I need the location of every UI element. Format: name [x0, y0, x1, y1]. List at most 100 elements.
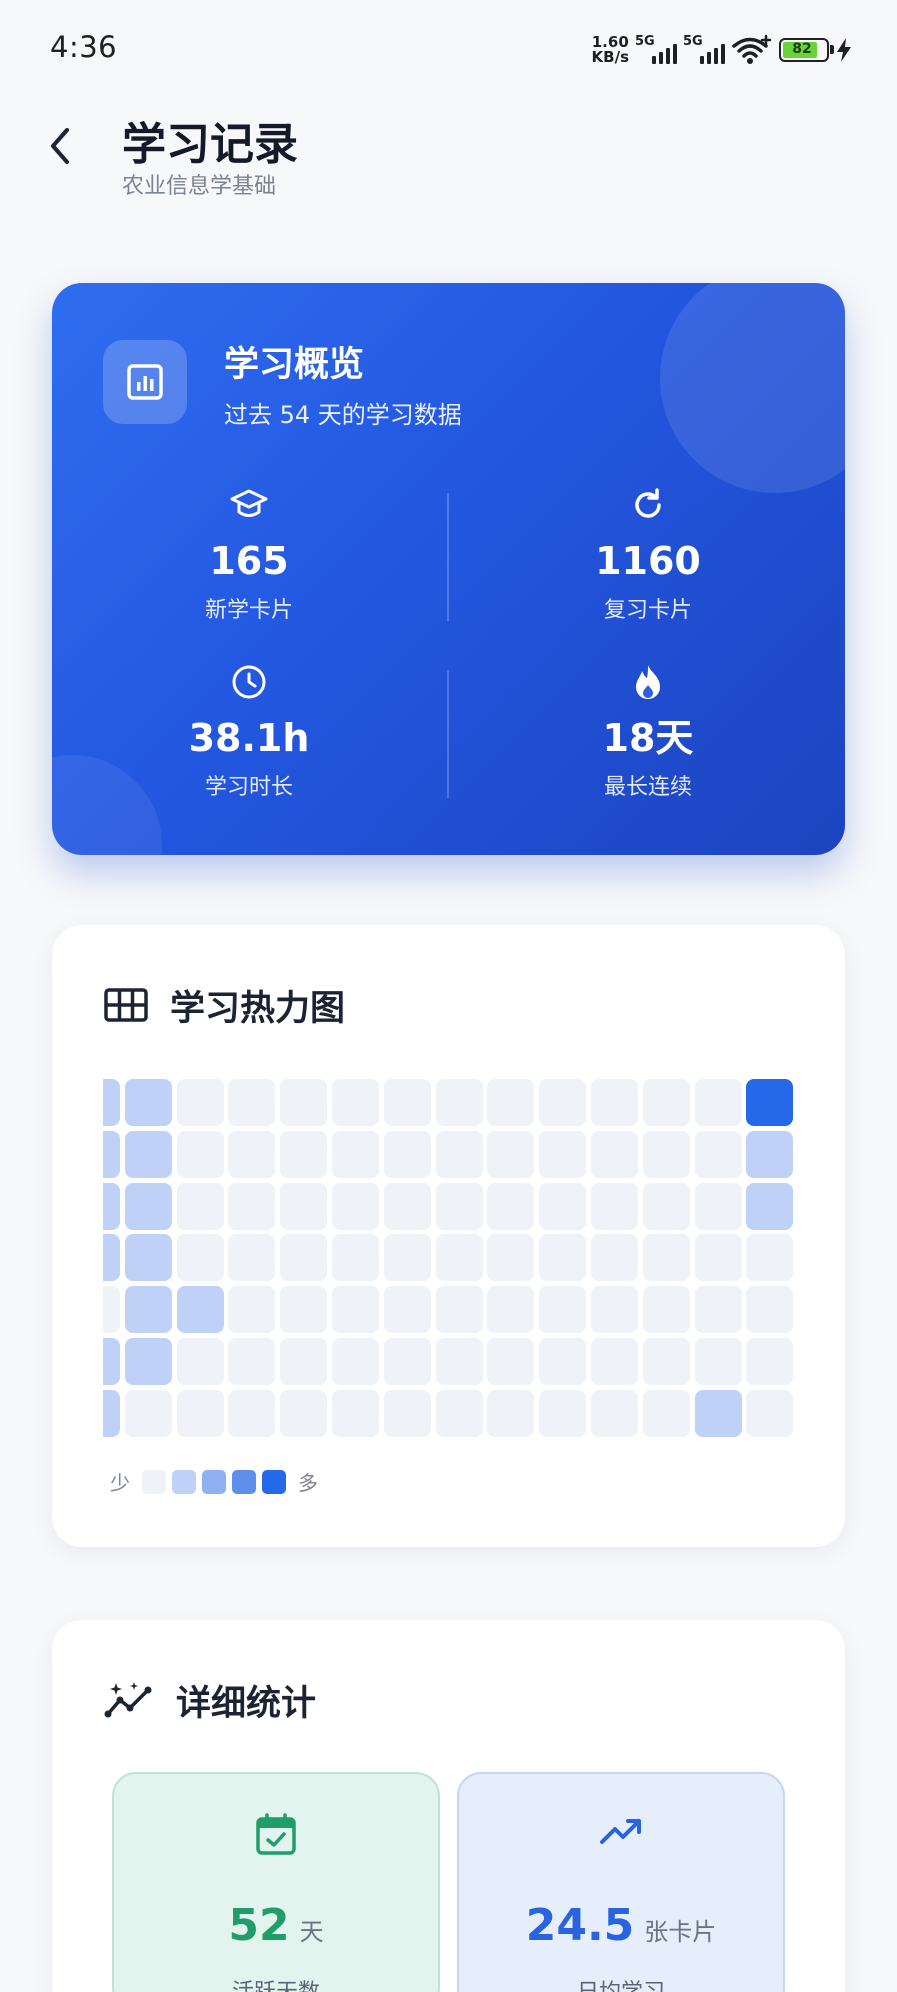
heatmap-cell[interactable]: [746, 1079, 794, 1126]
heatmap-cell[interactable]: [539, 1079, 587, 1126]
heatmap-cell[interactable]: [176, 1338, 224, 1385]
heatmap-cell[interactable]: [176, 1130, 224, 1178]
heatmap-cell[interactable]: [435, 1079, 483, 1126]
heatmap-cell[interactable]: [103, 1389, 120, 1437]
heatmap-cell[interactable]: [694, 1338, 742, 1385]
heatmap-cell[interactable]: [591, 1234, 638, 1282]
heatmap-cell[interactable]: [124, 1286, 172, 1334]
heatmap-cell[interactable]: [228, 1234, 276, 1282]
heatmap-cell[interactable]: [746, 1182, 794, 1230]
heatmap-cell[interactable]: [539, 1389, 587, 1437]
heatmap-cell[interactable]: [591, 1338, 638, 1385]
heatmap-cell[interactable]: [746, 1338, 794, 1385]
heatmap-cell[interactable]: [124, 1338, 172, 1385]
heatmap-cell[interactable]: [176, 1079, 224, 1126]
heatmap-cell[interactable]: [487, 1130, 535, 1178]
heatmap-cell[interactable]: [694, 1389, 742, 1437]
heatmap-cell[interactable]: [124, 1079, 172, 1126]
heatmap-cell[interactable]: [228, 1182, 276, 1230]
heatmap-cell[interactable]: [487, 1338, 535, 1385]
heatmap-cell[interactable]: [487, 1389, 535, 1437]
heatmap-cell[interactable]: [383, 1338, 431, 1385]
heatmap-cell[interactable]: [176, 1389, 224, 1437]
heatmap-cell[interactable]: [591, 1130, 638, 1178]
heatmap-cell[interactable]: [280, 1389, 328, 1437]
heatmap-cell[interactable]: [280, 1338, 328, 1385]
heatmap-cell[interactable]: [487, 1079, 535, 1126]
heatmap-cell[interactable]: [332, 1182, 379, 1230]
heatmap-cell[interactable]: [591, 1079, 638, 1126]
heatmap-cell[interactable]: [694, 1079, 742, 1126]
heatmap-cell[interactable]: [176, 1286, 224, 1334]
heatmap-cell[interactable]: [746, 1286, 794, 1334]
heatmap-cell[interactable]: [332, 1286, 379, 1334]
heatmap-cell[interactable]: [591, 1286, 638, 1334]
back-button[interactable]: [38, 118, 82, 174]
heatmap-cell[interactable]: [435, 1389, 483, 1437]
heatmap-cell[interactable]: [435, 1338, 483, 1385]
heatmap-cell[interactable]: [103, 1182, 120, 1230]
heatmap-cell[interactable]: [228, 1130, 276, 1178]
heatmap-cell[interactable]: [746, 1389, 794, 1437]
heatmap-cell[interactable]: [539, 1130, 587, 1178]
heatmap-cell[interactable]: [103, 1286, 120, 1334]
heatmap-cell[interactable]: [228, 1079, 276, 1126]
heatmap-cell[interactable]: [103, 1079, 120, 1126]
heatmap-cell[interactable]: [487, 1182, 535, 1230]
heatmap-cell[interactable]: [332, 1389, 379, 1437]
heatmap-cell[interactable]: [694, 1234, 742, 1282]
heatmap-cell[interactable]: [539, 1338, 587, 1385]
heatmap-cell[interactable]: [642, 1338, 690, 1385]
heatmap-cell[interactable]: [539, 1182, 587, 1230]
heatmap-cell[interactable]: [642, 1079, 690, 1126]
heatmap-cell[interactable]: [124, 1130, 172, 1178]
heatmap-cell[interactable]: [383, 1286, 431, 1334]
heatmap-cell[interactable]: [383, 1182, 431, 1230]
heatmap-cell[interactable]: [435, 1234, 483, 1282]
heatmap-cell[interactable]: [539, 1234, 587, 1282]
heatmap-cell[interactable]: [746, 1130, 794, 1178]
heatmap-cell[interactable]: [383, 1234, 431, 1282]
heatmap-cell[interactable]: [103, 1130, 120, 1178]
heatmap-cell[interactable]: [176, 1234, 224, 1282]
heatmap-cell[interactable]: [280, 1286, 328, 1334]
heatmap-cell[interactable]: [332, 1234, 379, 1282]
heatmap-cell[interactable]: [332, 1130, 379, 1178]
heatmap-cell[interactable]: [280, 1182, 328, 1230]
heatmap-cell[interactable]: [280, 1234, 328, 1282]
heatmap-cell[interactable]: [642, 1286, 690, 1334]
heatmap-cell[interactable]: [487, 1286, 535, 1334]
heatmap-cell[interactable]: [280, 1130, 328, 1178]
heatmap-cell[interactable]: [642, 1234, 690, 1282]
heatmap-cell[interactable]: [591, 1389, 638, 1437]
heatmap-cell[interactable]: [435, 1182, 483, 1230]
heatmap-cell[interactable]: [124, 1389, 172, 1437]
heatmap-viewport[interactable]: [103, 1079, 795, 1440]
heatmap-cell[interactable]: [642, 1389, 690, 1437]
heatmap-cell[interactable]: [642, 1130, 690, 1178]
heatmap-cell[interactable]: [228, 1389, 276, 1437]
heatmap-cell[interactable]: [383, 1130, 431, 1178]
heatmap-cell[interactable]: [103, 1338, 120, 1385]
heatmap-cell[interactable]: [383, 1079, 431, 1126]
heatmap-cell[interactable]: [694, 1182, 742, 1230]
heatmap-cell[interactable]: [228, 1338, 276, 1385]
heatmap-cell[interactable]: [694, 1286, 742, 1334]
heatmap-cell[interactable]: [435, 1130, 483, 1178]
heatmap-cell[interactable]: [332, 1079, 379, 1126]
heatmap-cell[interactable]: [539, 1286, 587, 1334]
heatmap-cell[interactable]: [642, 1182, 690, 1230]
heatmap-cell[interactable]: [280, 1079, 328, 1126]
heatmap-cell[interactable]: [124, 1234, 172, 1282]
heatmap-cell[interactable]: [487, 1234, 535, 1282]
heatmap-cell[interactable]: [746, 1234, 794, 1282]
heatmap-cell[interactable]: [228, 1286, 276, 1334]
heatmap-cell[interactable]: [176, 1182, 224, 1230]
heatmap-cell[interactable]: [332, 1338, 379, 1385]
heatmap-cell[interactable]: [124, 1182, 172, 1230]
heatmap-cell[interactable]: [694, 1130, 742, 1178]
heatmap-cell[interactable]: [591, 1182, 638, 1230]
heatmap-cell[interactable]: [435, 1286, 483, 1334]
heatmap-cell[interactable]: [383, 1389, 431, 1437]
heatmap-cell[interactable]: [103, 1234, 120, 1282]
